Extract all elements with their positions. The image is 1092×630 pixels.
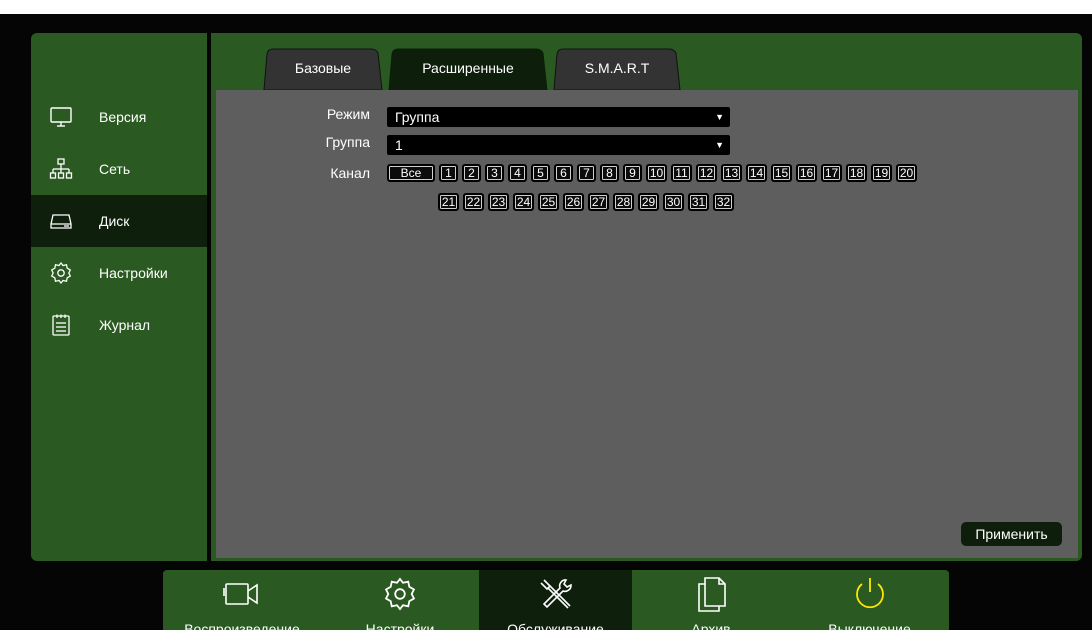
channel-button[interactable]: 24 [513, 193, 534, 211]
sidebar-item-settings[interactable]: Настройки [31, 247, 207, 299]
sidebar-item-label: Настройки [99, 265, 168, 281]
sidebar-item-log[interactable]: Журнал [31, 299, 207, 351]
channel-button[interactable]: 12 [696, 164, 717, 182]
mode-value: Группа [395, 109, 440, 125]
tab-label: S.M.A.R.T [584, 60, 650, 76]
bottom-item-label: Настройки [365, 621, 435, 630]
channel-button[interactable]: 11 [671, 164, 692, 182]
channel-label: Канал [330, 165, 370, 181]
channel-all-button[interactable]: Все [387, 164, 435, 182]
tab-label: Базовые [294, 60, 352, 76]
sidebar-item-label: Сеть [99, 161, 131, 177]
mode-select[interactable]: Группа ▼ [387, 107, 730, 127]
sidebar-item-label: Диск [99, 213, 130, 229]
log-icon [52, 314, 70, 336]
channel-button[interactable]: 7 [577, 164, 596, 182]
channel-button[interactable]: 28 [613, 193, 634, 211]
channel-button[interactable]: 31 [688, 193, 709, 211]
group-value: 1 [395, 137, 403, 153]
channel-button[interactable]: 13 [721, 164, 742, 182]
power-icon [855, 578, 884, 609]
channel-button[interactable]: 8 [600, 164, 619, 182]
channel-button[interactable]: 1 [439, 164, 458, 182]
tools-icon [539, 579, 572, 609]
monitor-icon [50, 107, 72, 127]
channel-button[interactable]: 6 [554, 164, 573, 182]
sidebar-item-version[interactable]: Версия [31, 91, 207, 143]
sidebar-item-label: Версия [99, 109, 147, 125]
chevron-down-icon: ▼ [715, 112, 724, 122]
camera-icon [223, 583, 258, 605]
tab-basic[interactable]: Базовые [263, 48, 383, 90]
gear-icon [384, 577, 416, 611]
channel-button[interactable]: 5 [531, 164, 550, 182]
channel-button[interactable]: 14 [746, 164, 767, 182]
bottom-item-settings[interactable]: Настройки [321, 570, 479, 630]
channel-button[interactable]: 29 [638, 193, 659, 211]
channel-button[interactable]: 2 [462, 164, 481, 182]
bottom-item-label: Воспроизведение [184, 621, 300, 630]
gear-icon [50, 261, 72, 285]
apply-button[interactable]: Применить [961, 522, 1062, 546]
content-area [216, 90, 1078, 558]
tab-advanced[interactable]: Расширенные [388, 48, 548, 90]
group-label: Группа [325, 134, 370, 150]
channel-button[interactable]: 9 [623, 164, 642, 182]
channel-button[interactable]: 26 [563, 193, 584, 211]
bottom-nav: Воспроизведение Настройки Обслуживание А… [163, 570, 949, 630]
channel-button[interactable]: 10 [646, 164, 667, 182]
channel-button[interactable]: 22 [463, 193, 484, 211]
channel-button[interactable]: 20 [896, 164, 917, 182]
bottom-item-shutdown[interactable]: Выключение [790, 570, 949, 630]
bottom-item-label: Выключение [828, 621, 911, 630]
channel-button[interactable]: 3 [485, 164, 504, 182]
tab-label: Расширенные [422, 60, 514, 76]
channel-button[interactable]: 25 [538, 193, 559, 211]
channel-button[interactable]: 16 [796, 164, 817, 182]
group-select[interactable]: 1 ▼ [387, 135, 730, 155]
bottom-item-maintenance[interactable]: Обслуживание [479, 570, 632, 630]
channel-button[interactable]: 15 [771, 164, 792, 182]
channel-button[interactable]: 27 [588, 193, 609, 211]
bottom-item-label: Обслуживание [507, 621, 604, 630]
channel-button[interactable]: 23 [488, 193, 509, 211]
channel-button[interactable]: 18 [846, 164, 867, 182]
bottom-item-playback[interactable]: Воспроизведение [163, 570, 321, 630]
sidebar-item-network[interactable]: Сеть [31, 143, 207, 195]
bottom-item-archive[interactable]: Архив [632, 570, 790, 630]
channel-button[interactable]: 30 [663, 193, 684, 211]
sidebar-item-label: Журнал [99, 317, 151, 333]
channel-button[interactable]: 17 [821, 164, 842, 182]
mode-label: Режим [326, 106, 370, 122]
chevron-down-icon: ▼ [715, 140, 724, 150]
bottom-item-label: Архив [691, 621, 731, 630]
disk-icon [50, 214, 72, 229]
tab-smart[interactable]: S.M.A.R.T [553, 48, 681, 90]
sidebar: Версия Сеть Диск Настройки Журнал [31, 33, 207, 561]
channel-button[interactable]: 32 [713, 193, 734, 211]
network-icon [49, 158, 73, 179]
sidebar-item-disk[interactable]: Диск [31, 195, 207, 247]
channel-button[interactable]: 19 [871, 164, 892, 182]
channel-button[interactable]: 4 [508, 164, 527, 182]
files-icon [698, 577, 726, 612]
channel-button[interactable]: 21 [438, 193, 459, 211]
